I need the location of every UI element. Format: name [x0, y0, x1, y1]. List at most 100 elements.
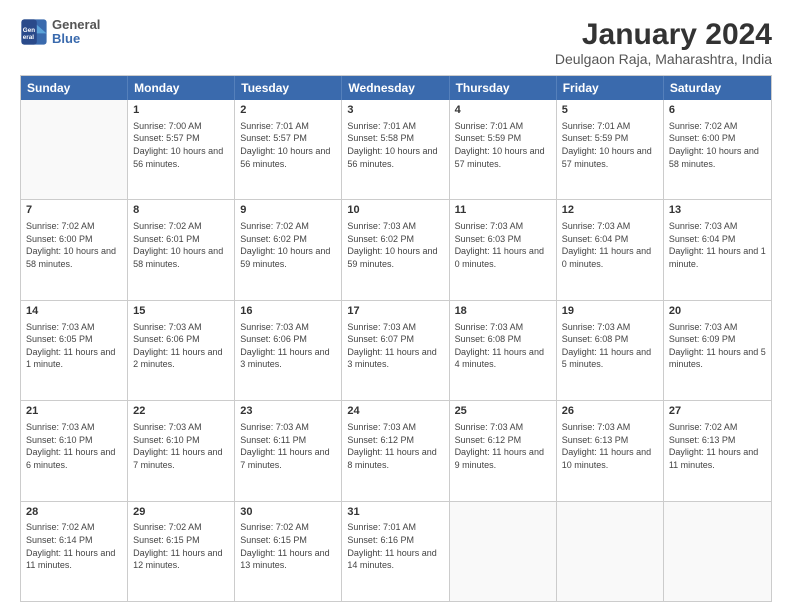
cell-info: Sunrise: 7:03 AM Sunset: 6:06 PM Dayligh…: [240, 321, 336, 371]
calendar-cell: 22Sunrise: 7:03 AM Sunset: 6:10 PM Dayli…: [128, 401, 235, 500]
day-number: 25: [455, 404, 551, 419]
calendar-cell: 3 Sunrise: 7:01 AM Sunset: 5:58 PM Daylig…: [342, 100, 449, 199]
weekday-header: Monday: [128, 76, 235, 100]
day-number: 21: [26, 404, 122, 419]
svg-text:eral: eral: [23, 34, 34, 41]
calendar-cell: 28Sunrise: 7:02 AM Sunset: 6:14 PM Dayli…: [21, 502, 128, 601]
calendar-cell: 11 Sunrise: 7:03 AM Sunset: 6:03 PM Dayli…: [450, 200, 557, 299]
day-number: 5: [562, 103, 658, 118]
calendar-cell: 16 Sunrise: 7:03 AM Sunset: 6:06 PM Dayli…: [235, 301, 342, 400]
cell-info: Sunrise: 7:02 AM Sunset: 6:02 PM Dayligh…: [240, 220, 336, 270]
day-number: 10: [347, 203, 443, 218]
weekday-header: Friday: [557, 76, 664, 100]
calendar-cell: [664, 502, 771, 601]
calendar-cell: [557, 502, 664, 601]
calendar-cell: 9 Sunrise: 7:02 AM Sunset: 6:02 PM Daylig…: [235, 200, 342, 299]
day-number: 27: [669, 404, 766, 419]
calendar-cell: [450, 502, 557, 601]
logo-icon: Gen eral: [20, 18, 48, 46]
weekday-header: Tuesday: [235, 76, 342, 100]
cell-info: Sunrise: 7:00 AM Sunset: 5:57 PM Dayligh…: [133, 120, 229, 170]
cell-info: Sunrise: 7:03 AM Sunset: 6:10 PM Dayligh…: [26, 421, 122, 471]
calendar-cell: 29Sunrise: 7:02 AM Sunset: 6:15 PM Dayli…: [128, 502, 235, 601]
calendar-cell: 30Sunrise: 7:02 AM Sunset: 6:15 PM Dayli…: [235, 502, 342, 601]
cell-info: Sunrise: 7:03 AM Sunset: 6:12 PM Dayligh…: [347, 421, 443, 471]
day-number: 3: [347, 103, 443, 118]
calendar-cell: 14Sunrise: 7:03 AM Sunset: 6:05 PM Dayli…: [21, 301, 128, 400]
day-number: 18: [455, 304, 551, 319]
logo-line1: General: [52, 18, 100, 32]
calendar-cell: 1 Sunrise: 7:00 AM Sunset: 5:57 PM Daylig…: [128, 100, 235, 199]
cell-info: Sunrise: 7:03 AM Sunset: 6:10 PM Dayligh…: [133, 421, 229, 471]
day-number: 12: [562, 203, 658, 218]
day-number: 26: [562, 404, 658, 419]
calendar-cell: 18Sunrise: 7:03 AM Sunset: 6:08 PM Dayli…: [450, 301, 557, 400]
calendar-cell: 24Sunrise: 7:03 AM Sunset: 6:12 PM Dayli…: [342, 401, 449, 500]
day-number: 20: [669, 304, 766, 319]
cell-info: Sunrise: 7:03 AM Sunset: 6:08 PM Dayligh…: [562, 321, 658, 371]
day-number: 16: [240, 304, 336, 319]
weekday-header: Sunday: [21, 76, 128, 100]
calendar-cell: 6Sunrise: 7:02 AM Sunset: 6:00 PM Daylig…: [664, 100, 771, 199]
cell-info: Sunrise: 7:02 AM Sunset: 6:00 PM Dayligh…: [26, 220, 122, 270]
calendar-cell: 4Sunrise: 7:01 AM Sunset: 5:59 PM Daylig…: [450, 100, 557, 199]
calendar-cell: 20 Sunrise: 7:03 AM Sunset: 6:09 PM Dayli…: [664, 301, 771, 400]
cell-info: Sunrise: 7:01 AM Sunset: 5:58 PM Dayligh…: [347, 120, 443, 170]
day-number: 2: [240, 103, 336, 118]
calendar: SundayMondayTuesdayWednesdayThursdayFrid…: [20, 75, 772, 602]
cell-info: Sunrise: 7:03 AM Sunset: 6:07 PM Dayligh…: [347, 321, 443, 371]
calendar-cell: 7Sunrise: 7:02 AM Sunset: 6:00 PM Daylig…: [21, 200, 128, 299]
cell-info: Sunrise: 7:01 AM Sunset: 5:59 PM Dayligh…: [562, 120, 658, 170]
cell-info: Sunrise: 7:03 AM Sunset: 6:05 PM Dayligh…: [26, 321, 122, 371]
cell-info: Sunrise: 7:02 AM Sunset: 6:15 PM Dayligh…: [133, 521, 229, 571]
svg-text:Gen: Gen: [23, 27, 35, 34]
cell-info: Sunrise: 7:03 AM Sunset: 6:06 PM Dayligh…: [133, 321, 229, 371]
weekday-header: Thursday: [450, 76, 557, 100]
cell-info: Sunrise: 7:01 AM Sunset: 5:57 PM Dayligh…: [240, 120, 336, 170]
day-number: 28: [26, 505, 122, 520]
calendar-cell: 12 Sunrise: 7:03 AM Sunset: 6:04 PM Dayli…: [557, 200, 664, 299]
logo: Gen eral General Blue: [20, 18, 100, 47]
day-number: 9: [240, 203, 336, 218]
cell-info: Sunrise: 7:03 AM Sunset: 6:04 PM Dayligh…: [562, 220, 658, 270]
main-title: January 2024: [555, 18, 772, 51]
weekday-header: Wednesday: [342, 76, 449, 100]
calendar-cell: 25Sunrise: 7:03 AM Sunset: 6:12 PM Dayli…: [450, 401, 557, 500]
calendar-cell: 17 Sunrise: 7:03 AM Sunset: 6:07 PM Dayli…: [342, 301, 449, 400]
page: Gen eral General Blue January 2024 Deulg…: [0, 0, 792, 612]
calendar-cell: 19 Sunrise: 7:03 AM Sunset: 6:08 PM Dayli…: [557, 301, 664, 400]
weekday-header: Saturday: [664, 76, 771, 100]
day-number: 23: [240, 404, 336, 419]
cell-info: Sunrise: 7:03 AM Sunset: 6:11 PM Dayligh…: [240, 421, 336, 471]
day-number: 17: [347, 304, 443, 319]
cell-info: Sunrise: 7:02 AM Sunset: 6:14 PM Dayligh…: [26, 521, 122, 571]
cell-info: Sunrise: 7:03 AM Sunset: 6:03 PM Dayligh…: [455, 220, 551, 270]
day-number: 15: [133, 304, 229, 319]
calendar-cell: 21 Sunrise: 7:03 AM Sunset: 6:10 PM Dayli…: [21, 401, 128, 500]
day-number: 29: [133, 505, 229, 520]
cell-info: Sunrise: 7:03 AM Sunset: 6:13 PM Dayligh…: [562, 421, 658, 471]
calendar-week-row: 7Sunrise: 7:02 AM Sunset: 6:00 PM Daylig…: [21, 199, 771, 299]
calendar-cell: 15 Sunrise: 7:03 AM Sunset: 6:06 PM Dayli…: [128, 301, 235, 400]
title-block: January 2024 Deulgaon Raja, Maharashtra,…: [555, 18, 772, 67]
calendar-cell: 26 Sunrise: 7:03 AM Sunset: 6:13 PM Dayli…: [557, 401, 664, 500]
day-number: 11: [455, 203, 551, 218]
cell-info: Sunrise: 7:03 AM Sunset: 6:09 PM Dayligh…: [669, 321, 766, 371]
calendar-week-row: 28Sunrise: 7:02 AM Sunset: 6:14 PM Dayli…: [21, 501, 771, 601]
logo-line2: Blue: [52, 32, 100, 46]
calendar-cell: 13Sunrise: 7:03 AM Sunset: 6:04 PM Dayli…: [664, 200, 771, 299]
cell-info: Sunrise: 7:03 AM Sunset: 6:02 PM Dayligh…: [347, 220, 443, 270]
cell-info: Sunrise: 7:02 AM Sunset: 6:00 PM Dayligh…: [669, 120, 766, 170]
day-number: 4: [455, 103, 551, 118]
day-number: 19: [562, 304, 658, 319]
calendar-header: SundayMondayTuesdayWednesdayThursdayFrid…: [21, 76, 771, 100]
day-number: 13: [669, 203, 766, 218]
calendar-cell: [21, 100, 128, 199]
header: Gen eral General Blue January 2024 Deulg…: [20, 18, 772, 67]
cell-info: Sunrise: 7:02 AM Sunset: 6:01 PM Dayligh…: [133, 220, 229, 270]
calendar-cell: 2 Sunrise: 7:01 AM Sunset: 5:57 PM Daylig…: [235, 100, 342, 199]
day-number: 8: [133, 203, 229, 218]
cell-info: Sunrise: 7:02 AM Sunset: 6:15 PM Dayligh…: [240, 521, 336, 571]
calendar-cell: 5 Sunrise: 7:01 AM Sunset: 5:59 PM Daylig…: [557, 100, 664, 199]
day-number: 1: [133, 103, 229, 118]
